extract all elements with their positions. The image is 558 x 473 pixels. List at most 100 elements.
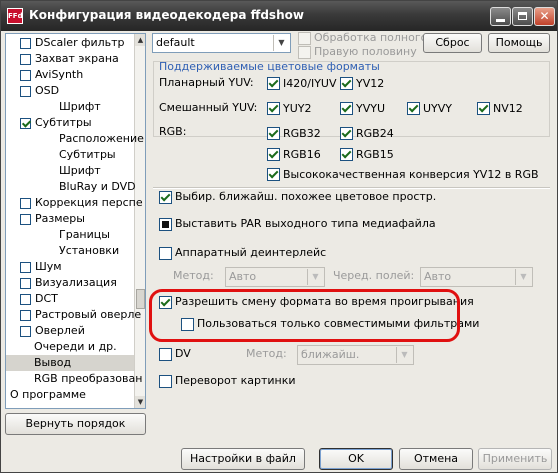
sidebar-item-label: Шрифт — [59, 164, 101, 177]
sidebar-item-label: Размеры — [35, 212, 85, 225]
sidebar-item-label: Шум — [35, 260, 62, 273]
yuy2-checkbox[interactable] — [267, 102, 280, 115]
flip-label: Переворот картинки — [175, 374, 296, 387]
yvyu-checkbox[interactable] — [340, 102, 353, 115]
yvyu-label: YVYU — [356, 102, 386, 115]
rgb-label: RGB: — [159, 125, 187, 138]
sidebar-item-label: DCT — [35, 292, 58, 305]
sidebar-item-label: Субтитры — [35, 116, 92, 129]
nearest-colorspace-label: Выбир. ближайш. похожее цветовое простр. — [175, 190, 437, 203]
filter-tree[interactable]: ▲ ▼ DScaler фильтр Захват экрана AviSynth O… — [5, 33, 146, 409]
sidebar-item-label: DScaler фильтр — [35, 36, 125, 49]
sidebar-item-checkbox[interactable] — [20, 278, 31, 289]
sidebar-item-checkbox[interactable] — [20, 310, 31, 321]
output-par-label: Выставить PAR выходного типа медиафайла — [175, 217, 436, 230]
sidebar-item-label: AviSynth — [35, 68, 84, 81]
ffdshow-config-window: FFd Конфигурация видеодекодера ffdshow ✕… — [0, 0, 558, 473]
output-par-checkbox[interactable] — [159, 218, 172, 231]
rgb16-checkbox[interactable] — [267, 148, 280, 161]
sidebar-item-label: Визуализация — [35, 276, 117, 289]
flip-checkbox[interactable] — [159, 375, 172, 388]
save-settings-button[interactable]: Настройки в файл — [181, 448, 305, 470]
rgb32-checkbox[interactable] — [267, 127, 280, 140]
i420-checkbox[interactable] — [267, 77, 280, 90]
nv12-checkbox[interactable] — [477, 102, 490, 115]
sidebar-item-label: Коррекция перспе — [35, 196, 143, 209]
preset-select[interactable]: default ▼ — [152, 33, 291, 53]
sidebar-item-checkbox[interactable] — [20, 54, 31, 65]
sidebar-item-checkbox[interactable] — [20, 294, 31, 305]
sidebar-item-checkbox[interactable] — [20, 214, 31, 225]
maximize-button[interactable] — [512, 7, 533, 26]
minimize-icon — [496, 19, 505, 22]
sidebar-item-checkbox[interactable] — [20, 198, 31, 209]
close-button[interactable]: ✕ — [534, 7, 555, 26]
nearest-colorspace-checkbox[interactable] — [159, 191, 172, 204]
uyvy-checkbox[interactable] — [407, 102, 420, 115]
highlight-annotation — [149, 289, 460, 342]
sidebar-item-checkbox[interactable] — [20, 70, 31, 81]
sidebar-item-checkbox[interactable] — [20, 326, 31, 337]
divider — [153, 187, 550, 189]
ffdshow-app-icon[interactable]: FFd — [7, 8, 23, 24]
minimize-button[interactable] — [490, 7, 511, 26]
yv12-checkbox[interactable] — [340, 77, 353, 90]
reset-order-button[interactable]: Вернуть порядок — [5, 413, 146, 435]
scroll-down-arrow-icon[interactable]: ▼ — [135, 396, 145, 408]
sidebar-item-label: Растровый оверле — [35, 308, 142, 321]
apply-button[interactable]: Применить — [478, 448, 552, 470]
title-bar[interactable]: FFd Конфигурация видеодекодера ffdshow ✕ — [1, 1, 557, 31]
formats-header: Поддерживаемые цветовые форматы — [159, 60, 380, 73]
dv-label: DV — [175, 347, 191, 360]
right-half-label: Правую половину — [314, 45, 417, 58]
hq-conversion-checkbox[interactable] — [267, 168, 280, 181]
rgb24-label: RGB24 — [356, 127, 394, 140]
mixed-yuv-label: Смешанный YUV: — [159, 101, 258, 114]
reset-button[interactable]: Сброс — [423, 33, 482, 53]
sidebar-item-checkbox[interactable] — [20, 38, 31, 49]
right-half-checkbox[interactable] — [298, 46, 311, 59]
sidebar-item-label: Очереди и др. — [34, 340, 117, 353]
sidebar-item[interactable]: Вывод — [6, 355, 134, 371]
sidebar-item-label: Установки — [59, 244, 120, 257]
hq-conversion-label: Высококачественная конверсия YV12 в RGB — [283, 168, 539, 181]
dv-checkbox[interactable] — [159, 348, 172, 361]
planar-yuv-label: Планарный YUV: — [159, 76, 254, 89]
deinterlace-method-select[interactable]: Авто ▼ — [225, 267, 325, 287]
tree-scrollbar[interactable]: ▲ ▼ — [134, 34, 145, 408]
chevron-down-icon: ▼ — [396, 347, 412, 363]
rgb16-label: RGB16 — [283, 148, 321, 161]
sidebar-item-label: О программе — [10, 388, 86, 401]
sidebar-item-checkbox[interactable] — [20, 118, 31, 129]
ok-button[interactable]: OK — [319, 448, 393, 470]
sidebar-item-label: Субтитры — [59, 148, 116, 161]
window-title: Конфигурация видеодекодера ffdshow — [29, 8, 304, 22]
yuy2-label: YUY2 — [283, 102, 312, 115]
preset-value: default — [156, 36, 195, 49]
chevron-down-icon: ▼ — [515, 269, 531, 285]
process-whole-label: Обработка полного — [314, 31, 428, 44]
help-button[interactable]: Помощь — [488, 33, 550, 53]
process-whole-checkbox[interactable] — [298, 32, 311, 45]
uyvy-label: UYVY — [423, 102, 453, 115]
field-order-value: Авто — [424, 270, 452, 283]
sidebar-item-label: Вывод — [34, 356, 72, 369]
close-icon: ✕ — [539, 9, 550, 23]
sidebar-item-label: Расположение — [59, 132, 144, 145]
rgb32-label: RGB32 — [283, 127, 321, 140]
nv12-label: NV12 — [493, 102, 523, 115]
chevron-down-icon: ▼ — [307, 269, 323, 285]
sidebar-item-checkbox[interactable] — [20, 262, 31, 273]
rgb24-checkbox[interactable] — [340, 127, 353, 140]
sidebar-item-label: Оверлей — [35, 324, 85, 337]
hw-deinterlace-label: Аппаратный деинтерлейс — [175, 246, 327, 259]
dv-method-select[interactable]: ближайш. ▼ — [297, 345, 414, 365]
field-order-select[interactable]: Авто ▼ — [420, 267, 533, 287]
hw-deinterlace-checkbox[interactable] — [159, 247, 172, 260]
scroll-up-arrow-icon[interactable]: ▲ — [135, 34, 145, 46]
deinterlace-method-value: Авто — [229, 270, 257, 283]
rgb15-checkbox[interactable] — [340, 148, 353, 161]
sidebar-item-checkbox[interactable] — [20, 86, 31, 97]
scroll-thumb[interactable] — [136, 289, 145, 309]
cancel-button[interactable]: Отмена — [399, 448, 473, 470]
